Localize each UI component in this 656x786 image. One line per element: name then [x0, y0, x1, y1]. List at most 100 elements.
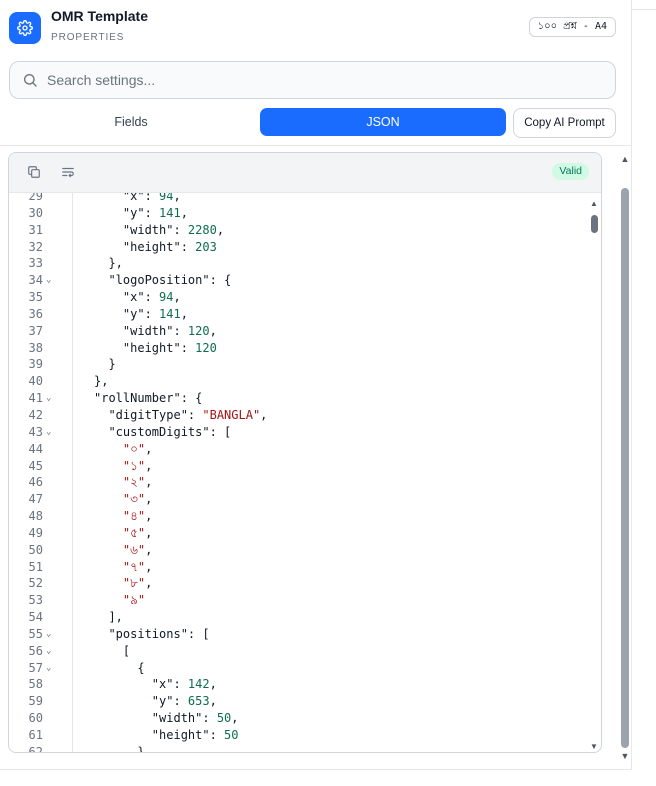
code-line[interactable]: 58 "x": 142, — [9, 676, 601, 693]
line-number: 40 — [28, 374, 43, 389]
code-line[interactable]: 35 "x": 94, — [9, 289, 601, 306]
code-line[interactable]: 40}, — [9, 373, 601, 390]
code-text: "width": 50, — [94, 710, 239, 727]
gear-icon — [9, 12, 41, 44]
code-line[interactable]: 46 "২", — [9, 474, 601, 491]
line-number: 59 — [28, 694, 43, 709]
code-text: "৬", — [94, 542, 153, 559]
fold-chevron-icon[interactable]: ⌄ — [46, 626, 56, 643]
fold-chevron-icon[interactable]: ⌄ — [46, 272, 56, 289]
json-editor[interactable]: Valid 29 "x": 94, 30 "y": 141, 31 "width":… — [8, 152, 602, 753]
line-number: 55 — [28, 626, 43, 641]
code-line[interactable]: 59 "y": 653, — [9, 693, 601, 710]
code-text: "digitType": "BANGLA", — [94, 407, 267, 424]
code-line[interactable]: 33 }, — [9, 255, 601, 272]
panel-scrollbar[interactable]: ▲ ▼ — [618, 154, 632, 770]
editor-scrollbar[interactable]: ▲ ▼ — [589, 199, 599, 751]
code-line[interactable]: 39 } — [9, 356, 601, 373]
code-token: "৬" — [94, 542, 146, 557]
code-line[interactable]: 53 "৯" — [9, 592, 601, 609]
code-token: "২" — [94, 475, 146, 490]
code-token: "৭" — [94, 559, 146, 574]
code-token: 203 — [195, 239, 217, 254]
fold-chevron-icon[interactable]: ⌄ — [46, 660, 56, 677]
code-line[interactable]: 41 ⌄ "rollNumber": { — [9, 390, 601, 407]
line-number: 48 — [28, 509, 43, 524]
scroll-down-icon[interactable]: ▼ — [618, 751, 632, 761]
fold-chevron-icon[interactable]: ⌄ — [46, 643, 56, 660]
code-line[interactable]: 38 "height": 120 — [9, 340, 601, 357]
code-line[interactable]: 36 "y": 141, — [9, 306, 601, 323]
code-line[interactable]: 54 ], — [9, 609, 601, 626]
code-line[interactable]: 62 }, — [9, 744, 601, 752]
code-line[interactable]: 45 "১", — [9, 458, 601, 475]
code-line[interactable]: 52 "৮", — [9, 575, 601, 592]
code-line[interactable]: 32 "height": 203 — [9, 239, 601, 256]
code-text: "৭", — [94, 559, 153, 576]
code-text: "৪", — [94, 508, 152, 525]
code-line[interactable]: 56 ⌄ [ — [9, 643, 601, 660]
code-line[interactable]: 43 ⌄ "customDigits": [ — [9, 424, 601, 441]
code-token: "logoPosition": { — [94, 273, 232, 288]
copy-ai-prompt-button[interactable]: Copy AI Prompt — [513, 108, 616, 138]
code-token: 141 — [159, 205, 181, 220]
line-number: 52 — [28, 576, 43, 591]
code-line[interactable]: 48 "৪", — [9, 508, 601, 525]
code-line[interactable]: 30 "y": 141, — [9, 205, 601, 222]
code-line[interactable]: 42 "digitType": "BANGLA", — [9, 407, 601, 424]
code-text: "logoPosition": { — [94, 272, 231, 289]
wrap-text-icon[interactable] — [59, 163, 77, 181]
code-token: "x": — [94, 193, 160, 203]
line-number: 60 — [28, 711, 43, 726]
code-token: "y": — [94, 306, 160, 321]
code-token: 141 — [159, 306, 181, 321]
code-line[interactable]: 47 "৩", — [9, 491, 601, 508]
fold-chevron-icon[interactable]: ⌄ — [46, 390, 56, 407]
code-line[interactable]: 49 "৫", — [9, 525, 601, 542]
code-token: "width": — [94, 323, 188, 338]
line-number: 54 — [28, 610, 43, 625]
code-token: , — [173, 290, 181, 305]
code-token: "height": — [94, 239, 196, 254]
code-line[interactable]: 50 "৬", — [9, 542, 601, 559]
line-number: 33 — [28, 256, 43, 271]
code-line[interactable]: 34 ⌄ "logoPosition": { — [9, 272, 601, 289]
code-line[interactable]: 57 ⌄ { — [9, 660, 601, 677]
code-line[interactable]: 37 "width": 120, — [9, 323, 601, 340]
code-text: "width": 2280, — [94, 222, 224, 239]
line-number: 58 — [28, 677, 43, 692]
code-token: 94 — [159, 290, 174, 305]
code-token: "৩" — [94, 492, 146, 507]
code-text: "৯" — [94, 592, 145, 609]
fold-chevron-icon[interactable]: ⌄ — [46, 424, 56, 441]
scroll-up-icon[interactable]: ▲ — [618, 154, 632, 164]
search-input[interactable] — [47, 72, 587, 88]
code-line[interactable]: 55 ⌄ "positions": [ — [9, 626, 601, 643]
panel-scroll-thumb[interactable] — [621, 188, 629, 748]
tab-fields[interactable]: Fields — [9, 108, 253, 136]
code-area[interactable]: 29 "x": 94, 30 "y": 141, 31 "width": 2280,… — [9, 193, 601, 752]
line-number: 41 — [28, 391, 43, 406]
code-text: ], — [94, 609, 122, 626]
code-token: "customDigits": [ — [94, 424, 232, 439]
code-line[interactable]: 29 "x": 94, — [9, 193, 601, 205]
copy-icon[interactable] — [25, 163, 43, 181]
code-line[interactable]: 61 "height": 50 — [9, 727, 601, 744]
scroll-up-icon[interactable]: ▲ — [589, 199, 599, 208]
code-token: { — [94, 660, 145, 675]
code-token: 142 — [187, 677, 210, 692]
scroll-down-icon[interactable]: ▼ — [589, 742, 599, 751]
panel-subtitle: PROPERTIES — [51, 32, 125, 43]
code-token: "rollNumber": { — [94, 391, 203, 406]
tab-json[interactable]: JSON — [260, 108, 506, 136]
code-text: "height": 50 — [94, 727, 239, 744]
code-line[interactable]: 44 "০", — [9, 441, 601, 458]
code-line[interactable]: 31 "width": 2280, — [9, 222, 601, 239]
code-line[interactable]: 51 "৭", — [9, 559, 601, 576]
template-size-badge[interactable]: ১০০ প্রশ্ন - A4 — [528, 17, 616, 37]
code-token: "width": — [94, 711, 217, 726]
code-line[interactable]: 60 "width": 50, — [9, 710, 601, 727]
editor-scroll-thumb[interactable] — [591, 215, 598, 233]
search-box[interactable] — [9, 61, 616, 99]
code-token: } — [94, 357, 116, 372]
